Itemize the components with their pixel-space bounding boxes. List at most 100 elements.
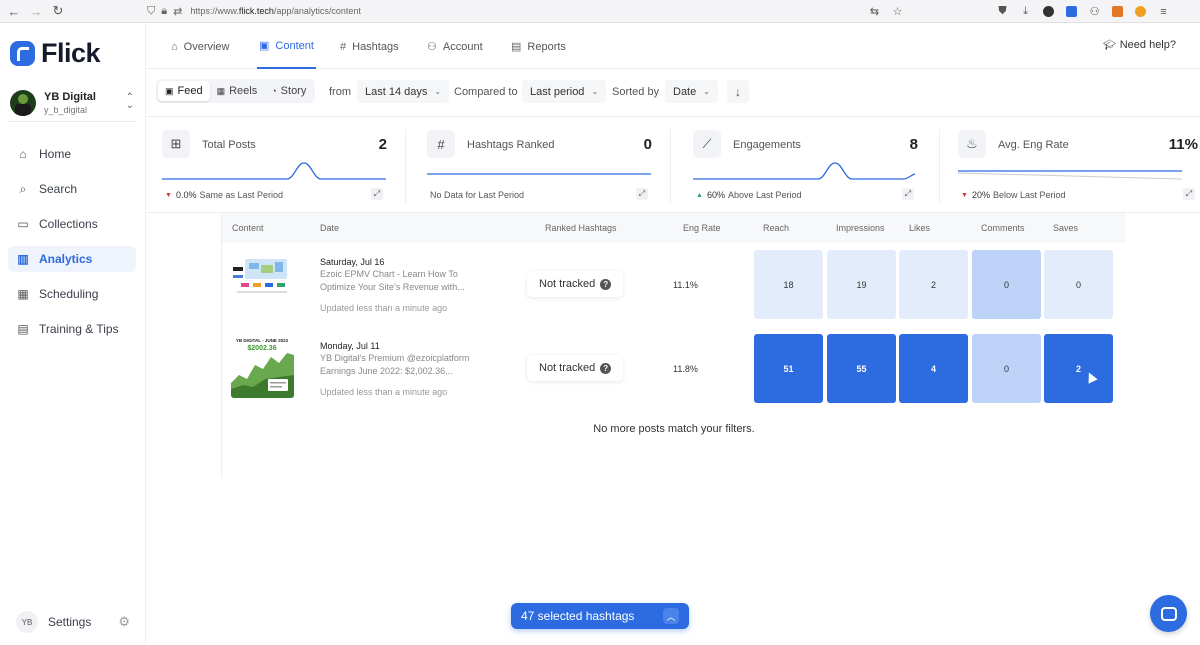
date-range-dropdown[interactable]: Last 14 days ⌄ <box>357 80 450 103</box>
likes-cell[interactable]: 2 <box>899 250 968 319</box>
stat-card-engagements: ⟋ Engagements 8 ▲ 60% Above Last Period ⤢ <box>693 117 933 214</box>
expand-icon[interactable]: ⤢ <box>902 188 914 200</box>
address-bar[interactable]: ⛉ 🔒︎ ⇄ https://www.flick.tech/app/analyt… <box>147 5 361 18</box>
impressions-cell[interactable]: 19 <box>827 250 896 319</box>
column-header-saves[interactable]: Saves <box>1053 223 1078 233</box>
hashtags-status[interactable]: Not tracked? <box>527 271 624 297</box>
forward-icon[interactable]: → <box>25 0 47 22</box>
sidebar-item-scheduling[interactable]: ▦ Scheduling <box>8 281 136 307</box>
tab-reports[interactable]: ▤ Reports <box>511 24 566 69</box>
tab-content[interactable]: ▣ Content <box>257 24 316 69</box>
back-icon[interactable]: ← <box>3 0 25 22</box>
metamask-icon[interactable] <box>1109 3 1126 20</box>
column-header-content[interactable]: Content <box>232 223 264 233</box>
column-header-impressions[interactable]: Impressions <box>836 223 885 233</box>
expand-icon[interactable]: ⤢ <box>371 188 383 200</box>
svg-text:YB DIGITAL - JUNE 2022: YB DIGITAL - JUNE 2022 <box>236 338 289 343</box>
sidebar-item-training[interactable]: ▤ Training & Tips <box>8 316 136 342</box>
sort-by-dropdown[interactable]: Date ⌄ <box>665 80 718 103</box>
trend-icon: ⟋ <box>693 130 721 158</box>
column-header-ranked-hashtags[interactable]: Ranked Hashtags <box>545 223 617 233</box>
chat-support-button[interactable] <box>1150 595 1187 632</box>
flick-logo[interactable]: Flick <box>10 38 101 69</box>
coin-extension-icon[interactable] <box>1132 3 1149 20</box>
chevron-up-icon[interactable]: ︿ <box>663 608 679 624</box>
comments-cell[interactable]: 0 <box>972 250 1041 319</box>
svg-text:$2002.36: $2002.36 <box>247 345 276 352</box>
sparkline <box>693 162 916 180</box>
saves-cell[interactable]: 0 <box>1044 250 1113 319</box>
pocket-icon[interactable]: ⛊ <box>994 3 1011 20</box>
extension-icon[interactable] <box>1040 3 1057 20</box>
sparkline <box>958 170 1182 180</box>
reach-cell[interactable]: 18 <box>754 250 823 319</box>
sidebar-item-home[interactable]: ⌂ Home <box>8 141 136 167</box>
tab-hashtags[interactable]: # Hashtags <box>340 24 399 69</box>
table-row[interactable]: YB DIGITAL - JUNE 2022 $2002.36 Monday, … <box>222 327 1126 411</box>
home-icon: ⌂ <box>19 147 27 161</box>
shield-icon: ⛉ <box>147 4 156 17</box>
stat-value: 11% <box>1168 136 1198 153</box>
translate-extension-icon[interactable] <box>1063 3 1080 20</box>
chevron-down-icon: ⌄ <box>591 87 599 96</box>
triangle-down-icon: ▼ <box>961 191 968 199</box>
selected-hashtags-button[interactable]: 47 selected hashtags ︿ <box>511 603 689 629</box>
content-icon: ▣ <box>259 40 270 52</box>
feed-toggle[interactable]: ▣ Feed <box>158 81 210 101</box>
table-row[interactable]: Saturday, Jul 16 Ezoic EPMV Chart - Lear… <box>222 243 1126 327</box>
sparkline <box>162 162 386 180</box>
impressions-cell[interactable]: 55 <box>827 334 896 403</box>
bookmark-star-icon[interactable]: ☆ <box>889 3 906 20</box>
expand-icon[interactable]: ⤢ <box>636 188 648 200</box>
need-help-button[interactable]: 🎓︎ Need help? <box>1103 39 1176 51</box>
saves-cell[interactable]: 2 <box>1044 334 1113 403</box>
story-icon: ◔ <box>271 86 277 96</box>
sidebar-item-collections[interactable]: ▭ Collections <box>8 211 136 237</box>
comments-cell[interactable]: 0 <box>972 334 1041 403</box>
translate-icon[interactable]: ⇆ <box>866 3 883 20</box>
book-icon: ▤ <box>17 322 29 336</box>
tab-overview[interactable]: ⌂ Overview <box>171 24 230 69</box>
epmv-chart-thumbnail <box>231 251 294 314</box>
sidebar-item-analytics[interactable]: ▥ Analytics <box>8 246 136 272</box>
settings-row[interactable]: YB Settings ⚙ <box>16 610 132 634</box>
compared-to-dropdown[interactable]: Last period ⌄ <box>522 80 607 103</box>
eng-rate-value: 11.8% <box>673 364 698 374</box>
triangle-up-icon: ▲ <box>696 191 703 199</box>
column-header-date[interactable]: Date <box>320 223 339 233</box>
post-thumbnail[interactable]: YB DIGITAL - JUNE 2022 $2002.36 <box>231 335 294 398</box>
download-icon[interactable]: ⤓ <box>1017 3 1034 20</box>
hashtag-icon: # <box>427 130 455 158</box>
compared-to-label: Compared to <box>454 86 518 98</box>
reels-toggle[interactable]: ▦ Reels <box>210 81 265 101</box>
help-icon[interactable]: ? <box>600 362 612 374</box>
column-header-eng-rate[interactable]: Eng Rate <box>683 223 721 233</box>
sidebar-item-search[interactable]: ⌕ Search <box>8 176 136 202</box>
lock-icon: 🔒︎ <box>161 4 168 17</box>
chevron-down-icon: ⌄ <box>703 87 710 96</box>
story-toggle[interactable]: ◔ Story <box>264 81 313 101</box>
column-header-likes[interactable]: Likes <box>909 223 930 233</box>
document-icon: ▤ <box>511 41 522 53</box>
sort-direction-button[interactable]: ↓ <box>727 80 749 103</box>
people-icon: ⚇ <box>427 41 437 53</box>
expand-icon[interactable]: ⤢ <box>1183 188 1195 200</box>
help-icon[interactable]: ? <box>600 278 612 290</box>
account-switcher[interactable]: YB Digital y_b_digital ⌃ ⌄ <box>8 84 136 122</box>
column-header-comments[interactable]: Comments <box>981 223 1025 233</box>
likes-cell[interactable]: 4 <box>899 334 968 403</box>
post-thumbnail[interactable] <box>231 251 294 314</box>
profile-extension-icon[interactable]: ⚇ <box>1086 3 1103 20</box>
feed-icon: ▣ <box>165 85 174 96</box>
reach-cell[interactable]: 51 <box>754 334 823 403</box>
earnings-thumbnail: YB DIGITAL - JUNE 2022 $2002.36 <box>231 335 294 398</box>
menu-icon[interactable]: ≡ <box>1155 3 1172 20</box>
column-header-reach[interactable]: Reach <box>763 223 789 233</box>
content-type-toggle: ▣ Feed ▦ Reels ◔ Story <box>156 79 316 103</box>
stat-title: Total Posts <box>202 139 256 151</box>
hashtags-status[interactable]: Not tracked? <box>527 355 624 381</box>
plus-square-icon: ⊞ <box>162 130 190 158</box>
gear-icon[interactable]: ⚙ <box>118 614 130 630</box>
tab-account[interactable]: ⚇ Account <box>427 24 483 69</box>
reload-icon[interactable]: ↻ <box>47 0 69 22</box>
